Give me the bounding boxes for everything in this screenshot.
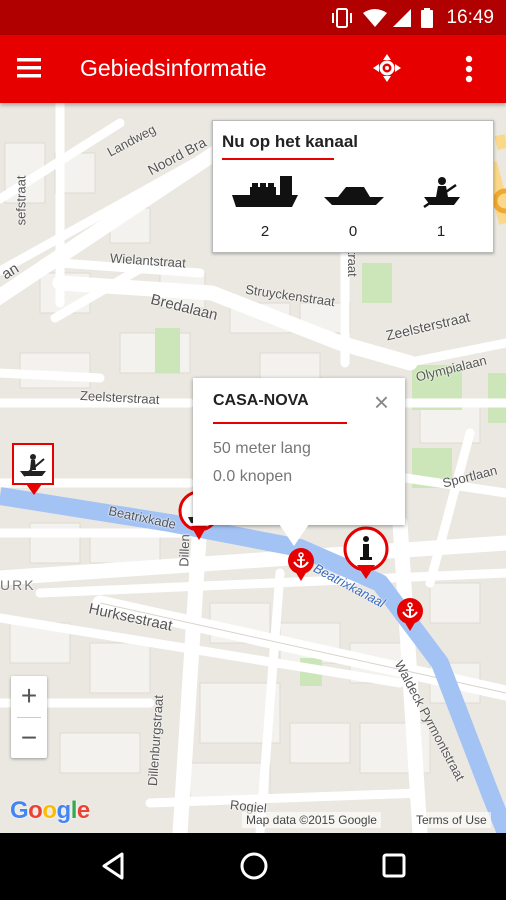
popup-pointer [279, 524, 309, 546]
rowing-boat-marker[interactable] [12, 443, 56, 499]
back-icon[interactable] [100, 851, 126, 881]
menu-icon[interactable] [17, 57, 41, 79]
terms-of-use-link[interactable]: Terms of Use [412, 812, 491, 828]
anchor-marker[interactable] [286, 547, 316, 587]
vessel-count: 1 [436, 223, 446, 240]
google-logo: Google [10, 797, 90, 824]
home-icon[interactable] [239, 851, 269, 881]
canal-overview-panel: Nu op het kanaal 2 0 1 [212, 120, 494, 253]
ship-speed: 0.0 knopen [213, 468, 293, 485]
panel-title: Nu op het kanaal [222, 132, 359, 151]
close-icon[interactable]: × [374, 387, 389, 418]
vessel-count: 0 [348, 223, 358, 240]
locate-icon[interactable] [373, 54, 401, 82]
zoom-out-button[interactable]: − [11, 718, 47, 758]
zoom-in-button[interactable]: + [11, 676, 47, 716]
anchor-marker[interactable] [395, 597, 425, 637]
vessel-cargo-ship: 2 [225, 173, 305, 240]
motor-boat-icon [324, 187, 384, 205]
recent-apps-icon[interactable] [381, 851, 407, 881]
vessel-motor-boat: 0 [313, 173, 393, 240]
vibrate-icon [332, 8, 352, 28]
street-label: URK [0, 577, 36, 593]
status-bar: 16:49 [0, 0, 506, 35]
wifi-icon [363, 9, 387, 27]
app-bar: Gebiedsinformatie [0, 35, 506, 103]
rowing-boat-icon [423, 177, 460, 209]
ship-length: 50 meter lang [213, 440, 311, 457]
street-label: sefstraat [13, 175, 29, 226]
vessel-rowing-boat: 1 [401, 173, 481, 240]
page-title: Gebiedsinformatie [80, 55, 267, 81]
ship-name: CASA-NOVA [213, 392, 309, 409]
more-options-icon[interactable] [465, 55, 473, 83]
zoom-controls: + − [11, 676, 47, 758]
signal-icon [393, 9, 411, 27]
map[interactable]: Landweg Noord Bra sefstraat an Wielantst… [0, 103, 506, 833]
battery-icon [421, 8, 433, 28]
status-time: 16:49 [446, 7, 494, 28]
ship-info-popup: CASA-NOVA × 50 meter lang 0.0 knopen [193, 378, 405, 546]
info-marker[interactable] [343, 526, 389, 584]
cargo-ship-icon [232, 176, 298, 207]
title-underline [213, 422, 347, 424]
map-attribution: Map data ©2015 Google [242, 812, 381, 828]
vessel-count: 2 [260, 223, 270, 240]
title-underline [222, 158, 334, 160]
navigation-bar [0, 833, 506, 900]
